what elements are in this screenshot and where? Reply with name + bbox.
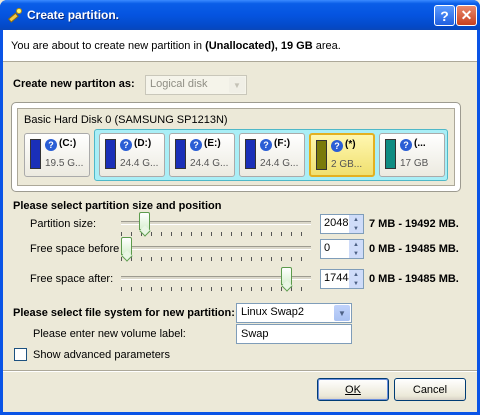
ok-label: OK bbox=[345, 383, 361, 396]
partition-bar bbox=[175, 139, 186, 169]
arrow-down-icon[interactable]: ▼ bbox=[349, 279, 363, 288]
slider-label: Free space after: bbox=[30, 273, 114, 285]
question-icon: ? bbox=[120, 139, 132, 151]
arrow-down-icon[interactable]: ▼ bbox=[349, 224, 363, 233]
partition-size: 17 GB bbox=[400, 158, 429, 169]
create-partition-dialog: Create partition. ? ✕ You are about to c… bbox=[0, 0, 480, 415]
arrow-up-icon[interactable]: ▲ bbox=[349, 215, 363, 224]
size-range: 7 MB - 19492 MB. bbox=[369, 218, 459, 230]
partition-label: (F:) bbox=[274, 138, 291, 149]
partition-size: 24.4 G... bbox=[260, 158, 299, 169]
partition-bar bbox=[105, 139, 116, 169]
help-button[interactable]: ? bbox=[434, 5, 455, 26]
size-range: 0 MB - 19485 MB. bbox=[369, 273, 459, 285]
fs-select[interactable]: Linux Swap2 ▼ bbox=[236, 303, 352, 323]
arrow-down-icon[interactable]: ▼ bbox=[349, 249, 363, 258]
partition-unallocated[interactable]: ? (... 17 GB bbox=[379, 133, 445, 177]
partition-bar bbox=[245, 139, 256, 169]
create-as-label: Create new partiton as: bbox=[13, 78, 135, 90]
arrow-up-icon[interactable]: ▲ bbox=[349, 240, 363, 249]
chevron-down-icon: ▼ bbox=[334, 305, 350, 321]
intro-band: You are about to create new partition in… bbox=[3, 30, 477, 62]
partition-bar bbox=[316, 140, 327, 170]
partition-label: (C:) bbox=[59, 138, 77, 149]
question-icon: ? bbox=[45, 139, 57, 151]
size-spinner[interactable]: 2048 ▲ ▼ bbox=[320, 214, 364, 234]
partition-label: (... bbox=[414, 138, 426, 149]
volume-label-input[interactable] bbox=[236, 324, 352, 344]
spinner-buttons[interactable]: ▲ ▼ bbox=[349, 270, 363, 288]
question-icon: ? bbox=[331, 140, 343, 152]
title-bar[interactable]: Create partition. ? ✕ bbox=[0, 0, 480, 30]
window-title: Create partition. bbox=[27, 8, 120, 22]
fs-value: Linux Swap2 bbox=[241, 306, 304, 318]
slider-thumb[interactable] bbox=[281, 267, 293, 285]
question-icon: ? bbox=[260, 139, 272, 151]
partition-wand-icon bbox=[7, 8, 22, 23]
close-button[interactable]: ✕ bbox=[456, 5, 477, 26]
arrow-up-icon[interactable]: ▲ bbox=[349, 270, 363, 279]
partition-new[interactable]: ? (*) 2 GB... bbox=[309, 133, 375, 177]
size-spinner[interactable]: 0 ▲ ▼ bbox=[320, 239, 364, 259]
intro-location: (Unallocated), 19 GB bbox=[205, 40, 313, 52]
cancel-button[interactable]: Cancel bbox=[394, 378, 466, 401]
chevron-down-icon: ▼ bbox=[229, 77, 245, 93]
slider-thumb[interactable] bbox=[138, 212, 150, 230]
advanced-label: Show advanced parameters bbox=[33, 349, 170, 361]
question-icon: ? bbox=[190, 139, 202, 151]
intro-prefix: You are about to create new partition in bbox=[11, 40, 206, 52]
dialog-body: You are about to create new partition in… bbox=[3, 30, 477, 412]
spinner-buttons[interactable]: ▲ ▼ bbox=[349, 240, 363, 258]
size-range: 0 MB - 19485 MB. bbox=[369, 243, 459, 255]
cancel-label: Cancel bbox=[412, 383, 448, 396]
partition-size: 19.5 G... bbox=[45, 158, 84, 169]
slider-ticks bbox=[121, 257, 311, 261]
intro-text: You are about to create new partition in… bbox=[11, 40, 341, 52]
create-as-value: Logical disk bbox=[150, 78, 208, 90]
partition-label: (*) bbox=[345, 139, 356, 150]
create-as-select[interactable]: Logical disk ▼ bbox=[145, 75, 247, 95]
partition-bar bbox=[30, 139, 41, 169]
partition-c[interactable]: ? (C:) 19.5 G... bbox=[24, 133, 90, 177]
partition-size: 2 GB... bbox=[331, 159, 363, 170]
fs-label: Please select file system for new partit… bbox=[13, 307, 235, 319]
intro-suffix: area. bbox=[312, 40, 341, 52]
spinner-value: 2048 bbox=[324, 217, 349, 229]
ok-button[interactable]: OK bbox=[317, 378, 389, 401]
advanced-checkbox[interactable] bbox=[14, 348, 27, 361]
disk-title: Basic Hard Disk 0 (SAMSUNG SP1213N) bbox=[24, 114, 228, 126]
separator bbox=[3, 370, 477, 372]
disk-map: Basic Hard Disk 0 (SAMSUNG SP1213N) ? (C… bbox=[11, 102, 461, 192]
partition-f[interactable]: ? (F:) 24.4 G... bbox=[239, 133, 305, 177]
slider-label: Free space before : bbox=[30, 243, 126, 255]
partition-size: 24.4 G... bbox=[190, 158, 229, 169]
partition-e[interactable]: ? (E:) 24.4 G... bbox=[169, 133, 235, 177]
slider-ticks bbox=[121, 232, 311, 236]
volume-label-caption: Please enter new volume label: bbox=[33, 328, 186, 340]
slider-thumb[interactable] bbox=[121, 237, 132, 255]
spinner-value: 0 bbox=[324, 242, 331, 254]
partition-d[interactable]: ? (D:) 24.4 G... bbox=[99, 133, 165, 177]
question-icon: ? bbox=[400, 139, 412, 151]
extended-partition[interactable]: ? (D:) 24.4 G... ? (E:) 24.4 G... ? (F:) bbox=[94, 129, 448, 181]
slider-track[interactable] bbox=[121, 246, 311, 250]
spinner-buttons[interactable]: ▲ ▼ bbox=[349, 215, 363, 233]
disk-panel: Basic Hard Disk 0 (SAMSUNG SP1213N) ? (C… bbox=[17, 108, 455, 186]
partition-label: (D:) bbox=[134, 138, 152, 149]
partition-label: (E:) bbox=[204, 138, 221, 149]
partition-bar bbox=[385, 139, 396, 169]
size-section-heading: Please select partition size and positio… bbox=[13, 200, 222, 212]
partition-size: 24.4 G... bbox=[120, 158, 159, 169]
size-spinner[interactable]: 17444 ▲ ▼ bbox=[320, 269, 364, 289]
slider-label: Partition size: bbox=[30, 218, 97, 230]
